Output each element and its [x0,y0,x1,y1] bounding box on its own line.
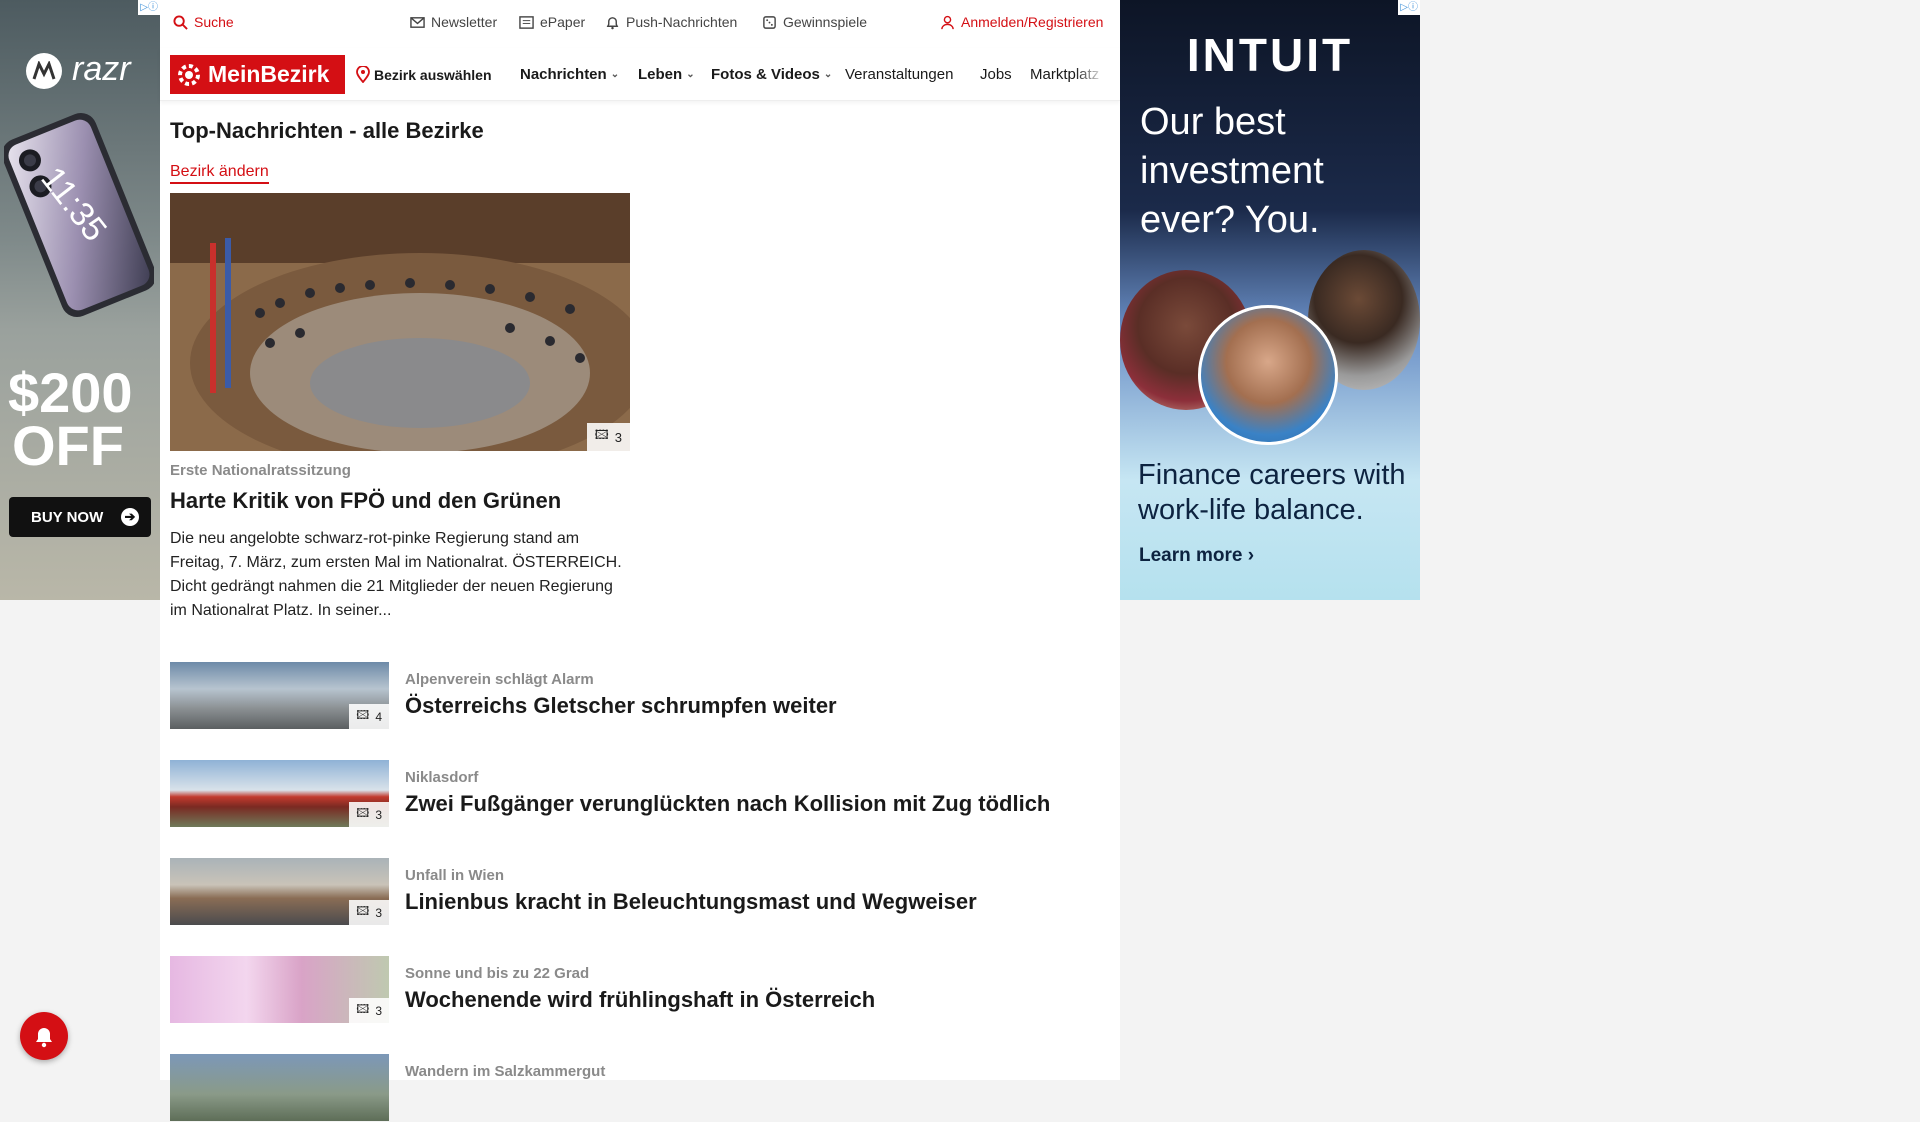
arrow-right-icon: ➔ [121,508,139,526]
user-icon [941,15,954,29]
article-thumbnail[interactable]: 🖾 3 [170,858,389,925]
adchoices-icon[interactable]: ▷ⓘ [1398,0,1420,15]
list-item[interactable]: 🖾 3 Niklasdorf Zwei Fußgänger verunglückt… [170,760,1110,828]
chevron-down-icon: ⌄ [823,69,833,80]
article-thumbnail[interactable]: 🖾 3 [170,760,389,827]
people-image [1120,250,1420,450]
dice-icon [763,15,776,29]
login-link[interactable]: Anmelden/Registrieren [940,14,1103,30]
epaper-link[interactable]: ePaper [519,14,585,30]
bell-icon [36,1028,52,1048]
motorola-logo-icon [26,53,62,89]
article-thumbnail[interactable] [170,1054,389,1121]
image-count: 3 [375,905,382,920]
nav-fotos-label: Fotos & Videos [711,66,820,83]
newspaper-icon [519,15,534,29]
main-navigation: MeinBezirk Bezirk auswählen Nachrichten ⌄… [160,48,1120,101]
article-kicker: Sonne und bis zu 22 Grad [405,965,590,982]
gewinnspiele-label: Gewinnspiele [783,14,868,30]
gallery-icon: 🖾 [356,708,370,722]
image-count: 3 [375,807,382,822]
push-label: Push-Nachrichten [626,14,738,30]
search-link[interactable]: Suche [173,14,234,30]
list-item[interactable]: Wandern im Salzkammergut [170,1054,1110,1122]
hero-article-image[interactable]: 🖾 3 [170,193,630,451]
left-ad-banner[interactable]: ▷ⓘ razr 11:35 $200 OFF BUY NOW ➔ [0,0,160,600]
article-title[interactable]: Wochenende wird frühlingshaft in Österre… [405,987,875,1013]
login-label: Anmelden/Registrieren [961,14,1104,30]
ad-headline: Our best investment ever? You. [1140,101,1324,241]
parliament-image [170,193,630,451]
envelope-icon [410,16,425,28]
image-count-badge: 🖾 4 [349,704,389,729]
article-kicker: Niklasdorf [405,769,479,786]
hero-teaser: Die neu angelobte schwarz-rot-pinke Regi… [170,530,622,619]
buy-now-button[interactable]: BUY NOW ➔ [9,497,151,537]
list-item[interactable]: 🖾 4 Alpenverein schlägt Alarm Österreichs… [170,662,1110,730]
gallery-icon: 🖾 [356,806,370,820]
meinbezirk-logo[interactable]: MeinBezirk [170,55,345,94]
article-thumbnail[interactable]: 🖾 4 [170,662,389,729]
article-title[interactable]: Linienbus kracht in Beleuchtungsmast und… [405,889,977,915]
chevron-down-icon: ⌄ [686,69,695,80]
logo-text: MeinBezirk [208,61,330,87]
image-count-badge: 🖾 3 [349,802,389,827]
main-content: Suche Newsletter ePaper Push-Nachrichten… [160,0,1120,1121]
buy-now-label: BUY NOW [31,508,104,526]
image-count: 4 [375,709,382,724]
article-kicker: Wandern im Salzkammergut [405,1063,606,1080]
nav-fotos-videos[interactable]: Fotos & Videos ⌄ [711,66,832,83]
hero-title[interactable]: Harte Kritik von FPÖ und den Grünen [170,488,561,514]
newsletter-link[interactable]: Newsletter [410,14,497,30]
nav-jobs[interactable]: Jobs [980,66,1012,83]
intuit-brand: INTUIT [1186,29,1354,81]
ad-subline: Finance careers with work-life balance. [1138,459,1406,526]
district-select[interactable]: Bezirk auswählen [356,66,492,83]
logo-flower-icon [178,63,200,86]
image-count: 3 [614,429,622,445]
epaper-label: ePaper [540,14,586,30]
location-pin-icon [356,66,370,83]
push-notifications-link[interactable]: Push-Nachrichten [605,14,737,30]
search-icon [173,14,188,30]
image-count-badge: 🖾 3 [349,998,389,1023]
nav-nachrichten[interactable]: Nachrichten ⌄ [520,66,619,83]
gallery-icon: 🖾 [356,1002,370,1016]
gallery-icon: 🖾 [594,427,609,442]
article-kicker: Unfall in Wien [405,867,505,884]
gallery-icon: 🖾 [356,904,370,918]
article-thumbnail[interactable]: 🖾 3 [170,956,389,1023]
district-select-label: Bezirk auswählen [374,66,492,83]
page-title: Top-Nachrichten - alle Bezirke [170,118,484,143]
gewinnspiele-link[interactable]: Gewinnspiele [762,14,867,30]
article-title[interactable]: Österreichs Gletscher schrumpfen weiter [405,693,837,719]
list-item[interactable]: 🖾 3 Unfall in Wien Linienbus kracht in Be… [170,858,1110,926]
right-ad-banner[interactable]: ▷ⓘ INTUIT Our best investment ever? You.… [1120,0,1420,600]
change-district-link[interactable]: Bezirk ändern [170,163,269,184]
list-item[interactable]: 🖾 3 Sonne und bis zu 22 Grad Wochenende w… [170,956,1110,1024]
offer-word: OFF [12,414,124,477]
nav-marktplatz[interactable]: Marktplatz [1030,66,1105,83]
phone-image: 11:35 [1,110,157,320]
nav-leben-label: Leben [638,66,683,83]
hero-kicker: Erste Nationalratssitzung [170,462,351,479]
article-kicker: Alpenverein schlägt Alarm [405,671,594,688]
search-label: Suche [194,14,234,30]
nav-leben[interactable]: Leben ⌄ [638,66,695,83]
bell-icon [606,16,619,29]
nav-nachrichten-label: Nachrichten [520,66,607,83]
top-utility-bar: Suche Newsletter ePaper Push-Nachrichten… [160,0,1120,46]
chevron-down-icon: ⌄ [610,69,620,80]
article-title[interactable]: Zwei Fußgänger verunglückten nach Kollis… [405,791,1050,817]
nav-veranstaltungen[interactable]: Veranstaltungen [845,66,953,83]
image-count-badge: 🖾 3 [586,423,630,451]
image-count: 3 [375,1003,382,1018]
razr-brand: razr [72,50,131,88]
learn-more-button[interactable]: Learn more › [1139,545,1254,567]
push-notification-button[interactable] [20,1012,68,1060]
image-count-badge: 🖾 3 [349,900,389,925]
adchoices-icon[interactable]: ▷ⓘ [138,0,160,15]
newsletter-label: Newsletter [431,14,498,30]
